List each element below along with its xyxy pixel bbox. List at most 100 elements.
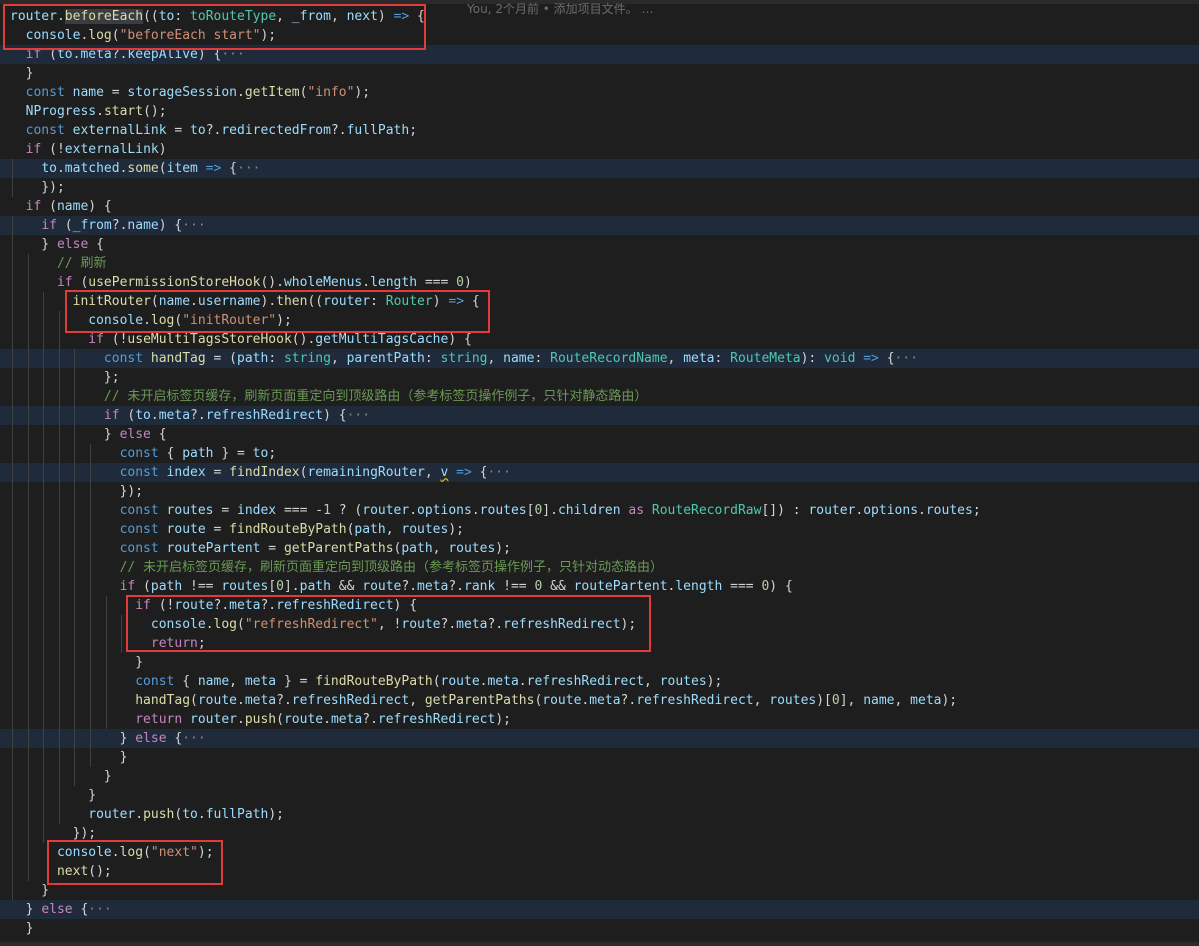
- code-token: ?.: [330, 123, 347, 138]
- code-line[interactable]: const routePartent = getParentPaths(path…: [0, 539, 1199, 558]
- code-token: :: [714, 351, 731, 366]
- code-line[interactable]: }: [0, 653, 1199, 672]
- code-token: refreshRedirect: [205, 408, 324, 423]
- fold-ellipsis-icon[interactable]: ···: [237, 161, 260, 176]
- code-token: ,: [424, 465, 441, 480]
- code-line[interactable]: // 未开启标签页缓存，刷新页面重定向到顶级路由（参考标签页操作例子，只针对动态…: [0, 558, 1199, 577]
- fold-ellipsis-icon[interactable]: ···: [88, 902, 111, 917]
- git-blame-annotation: You, 2个月前 • 添加项目文件。 …: [467, 2, 654, 16]
- code-line[interactable]: const { name, meta } = findRouteByPath(r…: [0, 672, 1199, 691]
- code-editor[interactable]: router.beforeEach((to: toRouteType, _fro…: [0, 0, 1199, 946]
- code-line[interactable]: }: [0, 64, 1199, 83]
- highlight-box-refresh-redirect: [126, 595, 651, 652]
- code-token: ,: [667, 351, 684, 366]
- code-token: if: [25, 142, 42, 157]
- code-token: ?.: [190, 408, 206, 423]
- code-token: if: [56, 275, 73, 290]
- code-text: if (_from?.name) {···: [10, 216, 205, 235]
- code-line[interactable]: const name = storageSession.getItem("inf…: [0, 83, 1199, 102]
- code-line[interactable]: // 刷新: [0, 254, 1199, 273]
- code-token: ?.: [111, 218, 128, 233]
- code-line[interactable]: if (to.meta?.refreshRedirect) {···: [0, 406, 1199, 425]
- code-token: ].: [283, 579, 300, 594]
- fold-ellipsis-icon[interactable]: ···: [182, 731, 205, 746]
- code-line[interactable]: } else {: [0, 235, 1199, 254]
- code-token: externalLink: [72, 123, 167, 138]
- code-line[interactable]: NProgress.start();: [0, 102, 1199, 121]
- code-line[interactable]: } else {···: [0, 729, 1199, 748]
- code-token: =>: [863, 351, 879, 366]
- code-token: ;: [409, 123, 418, 138]
- code-token: refreshRedirect: [377, 712, 496, 727]
- code-line[interactable]: // 未开启标签页缓存，刷新页面重定向到顶级路由（参考标签页操作例子，只针对静态…: [0, 387, 1199, 406]
- code-line[interactable]: const route = findRouteByPath(path, rout…: [0, 520, 1199, 539]
- code-line[interactable]: if (name) {: [0, 197, 1199, 216]
- code-token: === -: [276, 503, 324, 518]
- code-line[interactable]: });: [0, 178, 1199, 197]
- code-token: ?.: [448, 579, 465, 594]
- code-token: name: [56, 199, 89, 214]
- code-line[interactable]: if (_from?.name) {···: [0, 216, 1199, 235]
- code-token: ,: [644, 674, 660, 689]
- code-token: path: [401, 541, 433, 556]
- code-line[interactable]: }: [0, 767, 1199, 786]
- code-token: const: [103, 351, 144, 366]
- code-line[interactable]: }: [0, 919, 1199, 938]
- code-token: &&: [542, 579, 574, 594]
- code-line[interactable]: return router.push(route.meta?.refreshRe…: [0, 710, 1199, 729]
- code-line[interactable]: } else {: [0, 425, 1199, 444]
- code-token: length: [675, 579, 723, 594]
- fold-ellipsis-icon[interactable]: ···: [182, 218, 205, 233]
- fold-ellipsis-icon[interactable]: ···: [347, 408, 370, 423]
- code-token: )[: [816, 693, 832, 708]
- code-line[interactable]: if (!externalLink): [0, 140, 1199, 159]
- highlight-box-init-router: [65, 290, 490, 333]
- code-token: routePartent: [573, 579, 668, 594]
- code-text: }: [10, 786, 96, 805]
- code-token: route: [362, 579, 402, 594]
- code-token: else: [56, 237, 89, 252]
- code-line[interactable]: } else {···: [0, 900, 1199, 919]
- code-token: redirectedFrom: [221, 123, 331, 138]
- code-token: (: [158, 161, 167, 176]
- code-line[interactable]: handTag(route.meta?.refreshRedirect, get…: [0, 691, 1199, 710]
- code-line[interactable]: };: [0, 368, 1199, 387]
- code-line[interactable]: const externalLink = to?.redirectedFrom?…: [0, 121, 1199, 140]
- code-line[interactable]: }: [0, 786, 1199, 805]
- code-token: name: [197, 674, 230, 689]
- code-line[interactable]: const handTag = (path: string, parentPat…: [0, 349, 1199, 368]
- code-line[interactable]: if (path !== routes[0].path && route?.me…: [0, 577, 1199, 596]
- code-token: if: [88, 332, 104, 347]
- code-token: !==: [182, 579, 222, 594]
- code-token: usePermissionStoreHook: [88, 275, 261, 290]
- code-token: :: [424, 351, 441, 366]
- fold-ellipsis-icon[interactable]: ···: [487, 465, 510, 480]
- code-line[interactable]: router.push(to.fullPath);: [0, 805, 1199, 824]
- code-token: meta: [589, 693, 621, 708]
- code-text: } else {: [10, 235, 104, 254]
- fold-ellipsis-icon[interactable]: ···: [895, 351, 918, 366]
- code-line[interactable]: const index = findIndex(remainingRouter,…: [0, 463, 1199, 482]
- code-token: routes: [769, 693, 817, 708]
- code-token: // 未开启标签页缓存，刷新页面重定向到顶级路由（参考标签页操作例子，只针对静态…: [103, 389, 648, 404]
- code-line[interactable]: });: [0, 482, 1199, 501]
- code-token: refreshRedirect: [291, 693, 410, 708]
- code-token: to: [190, 123, 206, 138]
- code-token: const: [119, 465, 159, 480]
- code-line[interactable]: }: [0, 748, 1199, 767]
- code-token: }: [10, 883, 50, 898]
- code-token: ): [464, 275, 472, 290]
- code-line[interactable]: const { path } = to;: [0, 444, 1199, 463]
- code-token: .: [237, 693, 245, 708]
- code-line[interactable]: to.matched.some(item => {···: [0, 159, 1199, 178]
- code-token: {: [174, 674, 198, 689]
- code-line[interactable]: const routes = index === -1 ? (router.op…: [0, 501, 1199, 520]
